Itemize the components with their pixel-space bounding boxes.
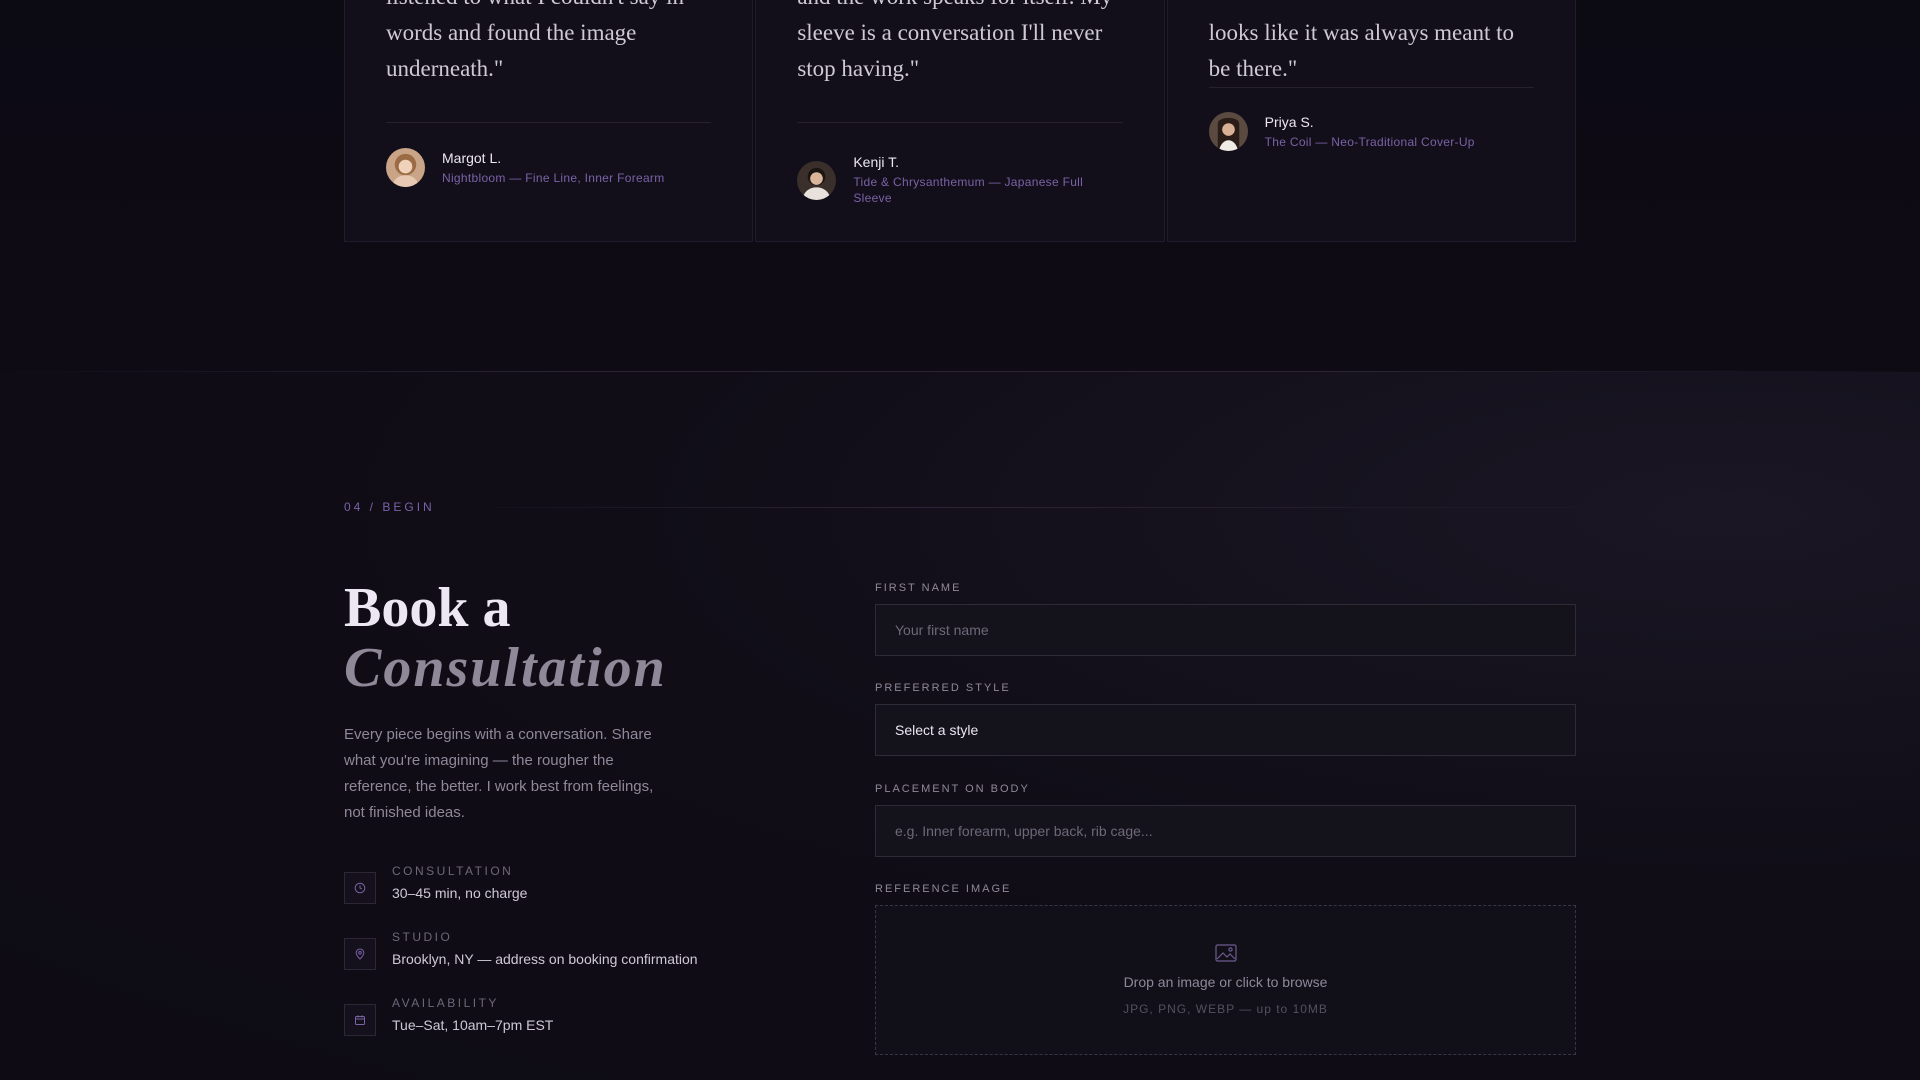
info-value: Tue–Sat, 10am–7pm EST <box>392 1017 554 1033</box>
author-name: Priya S. <box>1264 113 1314 130</box>
author-name: Margot L. <box>442 149 502 166</box>
intro-text: Every piece begins with a conversation. … <box>344 726 654 821</box>
info-value: 30–45 min, no charge <box>392 885 528 901</box>
first-name-input[interactable] <box>895 622 1556 638</box>
reference-image-dropzone[interactable]: Drop an image or click to browse JPG, PN… <box>875 905 1576 1055</box>
title-line-2: Consultation <box>344 637 667 699</box>
testimonials-section: listened to what I couldn't say in words… <box>0 0 1920 371</box>
testimonial-quote: listened to what I couldn't say in words… <box>386 0 684 81</box>
info-consultation: CONSULTATION 30–45 min, no charge <box>344 864 527 904</box>
testimonial-quote: looks like it was always meant to be the… <box>1208 20 1514 81</box>
style-selected-value: Select a style <box>895 722 979 738</box>
info-studio: STUDIO Brooklyn, NY — address on booking… <box>344 930 698 970</box>
first-name-field-wrapper <box>875 604 1576 656</box>
page-title: Book a Consultation <box>344 578 667 698</box>
image-icon <box>1214 944 1237 962</box>
author-piece: Tide & Chrysanthemum — Japanese Full Sle… <box>853 175 1084 205</box>
testimonial-card: looks like it was always meant to be the… <box>1166 0 1576 242</box>
card-divider <box>386 122 712 123</box>
style-select[interactable]: Select a style <box>875 704 1576 756</box>
placement-input[interactable] <box>895 823 1556 839</box>
card-divider <box>1208 87 1534 88</box>
avatar <box>1208 112 1248 151</box>
testimonial-quote: and the work speaks for itself. My sleev… <box>797 0 1112 81</box>
dropzone-text: Drop an image or click to browse <box>1123 974 1328 990</box>
testimonial-card: and the work speaks for itself. My sleev… <box>755 0 1165 242</box>
reference-label: REFERENCE IMAGE <box>875 883 1012 895</box>
info-label: AVAILABILITY <box>392 996 499 1010</box>
testimonial-card: listened to what I couldn't say in words… <box>344 0 754 242</box>
testimonial-author: Margot L. Nightbloom — Fine Line, Inner … <box>386 148 711 187</box>
booking-section: 04 / BEGIN Book a Consultation Every pie… <box>0 372 1920 1080</box>
testimonial-author: Kenji T. Tide & Chrysanthemum — Japanese… <box>797 154 1122 206</box>
clock-icon <box>344 872 376 904</box>
section-eyebrow: 04 / BEGIN <box>344 500 435 514</box>
title-line-1: Book a <box>344 577 511 639</box>
location-pin-icon <box>344 938 376 970</box>
placement-label: PLACEMENT ON BODY <box>875 783 1030 795</box>
testimonial-author: Priya S. The Coil — Neo-Traditional Cove… <box>1208 112 1534 151</box>
dropzone-hint: JPG, PNG, WEBP — up to 10MB <box>1123 1002 1328 1016</box>
author-piece: The Coil — Neo-Traditional Cover-Up <box>1264 134 1475 149</box>
eyebrow-rule <box>497 507 1576 508</box>
avatar <box>797 160 837 200</box>
author-piece: Nightbloom — Fine Line, Inner Forearm <box>442 170 665 185</box>
first-name-label: FIRST NAME <box>875 582 962 594</box>
style-label: PREFERRED STYLE <box>875 682 1011 694</box>
info-label: STUDIO <box>392 930 453 944</box>
info-availability: AVAILABILITY Tue–Sat, 10am–7pm EST <box>344 996 553 1036</box>
placement-field-wrapper <box>875 805 1576 857</box>
testimonial-cards: listened to what I couldn't say in words… <box>344 0 1576 242</box>
info-label: CONSULTATION <box>392 864 514 878</box>
author-name: Kenji T. <box>853 154 899 170</box>
info-value: Brooklyn, NY — address on booking confir… <box>392 951 698 967</box>
calendar-icon <box>344 1004 376 1036</box>
avatar <box>386 148 425 187</box>
card-divider <box>797 122 1123 123</box>
